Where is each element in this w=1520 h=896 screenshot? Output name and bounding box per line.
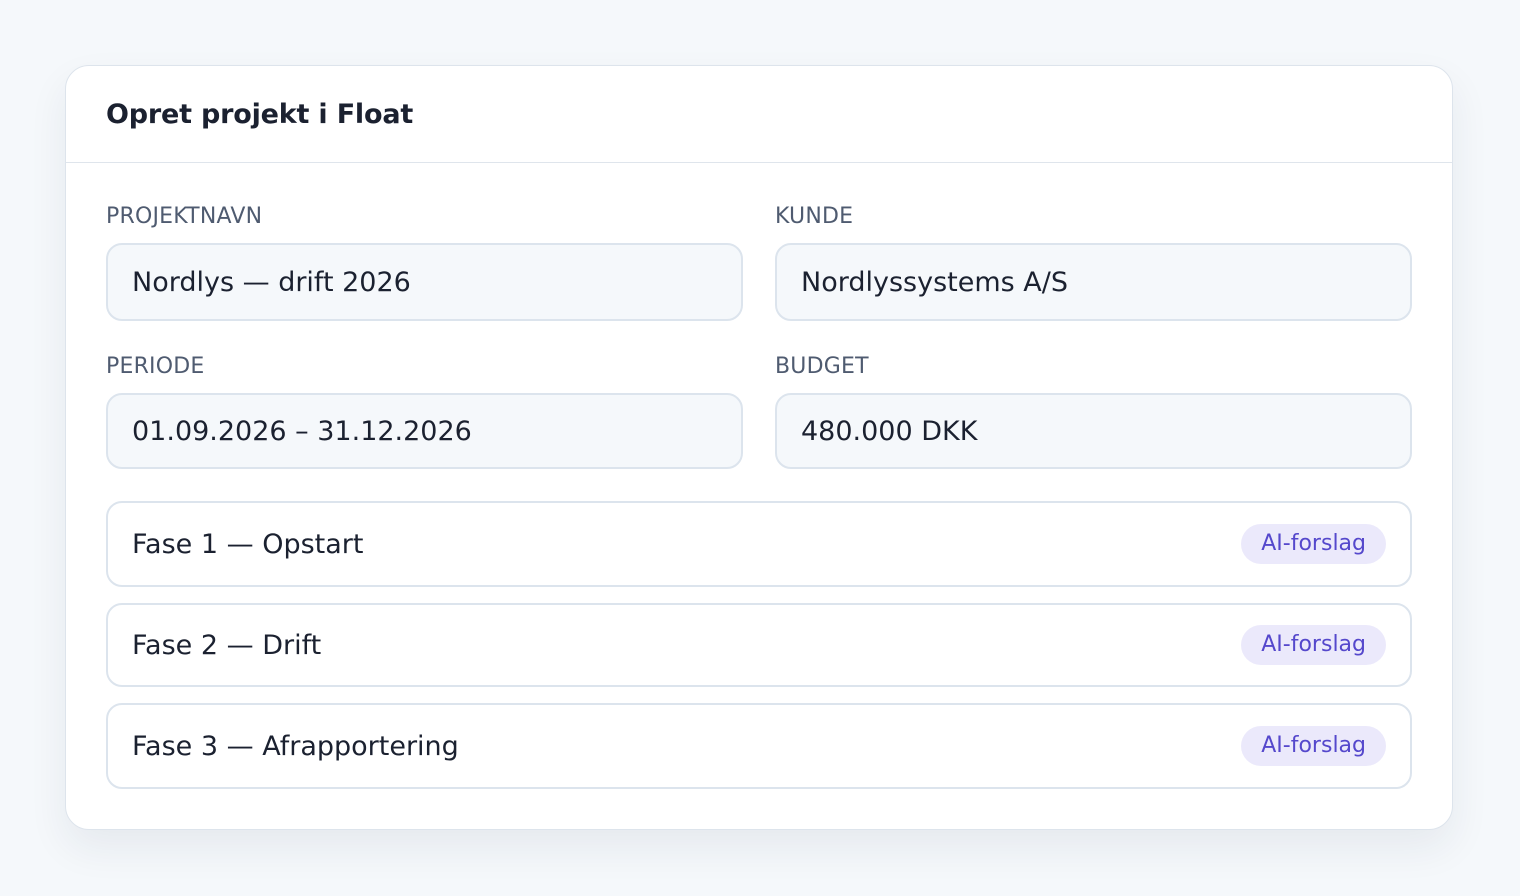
phase-name: Fase 2 — Drift [132,629,322,661]
dialog-body: PROJEKTNAVN Nordlys — drift 2026 KUNDE N… [66,163,1452,789]
phase-name: Fase 3 — Afrapportering [132,730,459,762]
budget-group: BUDGET 480.000 DKK [775,321,1412,469]
dialog-title: Opret projekt i Float [106,98,414,130]
project-fields: PROJEKTNAVN Nordlys — drift 2026 KUNDE N… [106,163,1412,469]
phase-row-3[interactable]: Fase 3 — Afrapportering AI-forslag [106,703,1412,789]
dialog-header: Opret projekt i Float [66,66,1452,163]
create-project-dialog: Opret projekt i Float PROJEKTNAVN Nordly… [65,65,1453,830]
project-name-group: PROJEKTNAVN Nordlys — drift 2026 [106,163,743,321]
budget-label: BUDGET [775,354,869,379]
period-group: PERIODE 01.09.2026 – 31.12.2026 [106,321,743,469]
budget-input[interactable]: 480.000 DKK [775,393,1412,469]
phase-name: Fase 1 — Opstart [132,528,364,560]
period-label: PERIODE [106,354,205,379]
ai-suggestion-badge: AI-forslag [1241,625,1386,665]
phase-row-1[interactable]: Fase 1 — Opstart AI-forslag [106,501,1412,587]
customer-input[interactable]: Nordlyssystems A/S [775,243,1412,321]
customer-group: KUNDE Nordlyssystems A/S [775,163,1412,321]
project-name-label: PROJEKTNAVN [106,204,263,229]
ai-suggestion-badge: AI-forslag [1241,726,1386,766]
customer-label: KUNDE [775,204,854,229]
ai-suggestion-badge: AI-forslag [1241,524,1386,564]
phase-row-2[interactable]: Fase 2 — Drift AI-forslag [106,603,1412,687]
project-name-input[interactable]: Nordlys — drift 2026 [106,243,743,321]
phase-list: Fase 1 — Opstart AI-forslag Fase 2 — Dri… [106,501,1412,789]
period-input[interactable]: 01.09.2026 – 31.12.2026 [106,393,743,469]
